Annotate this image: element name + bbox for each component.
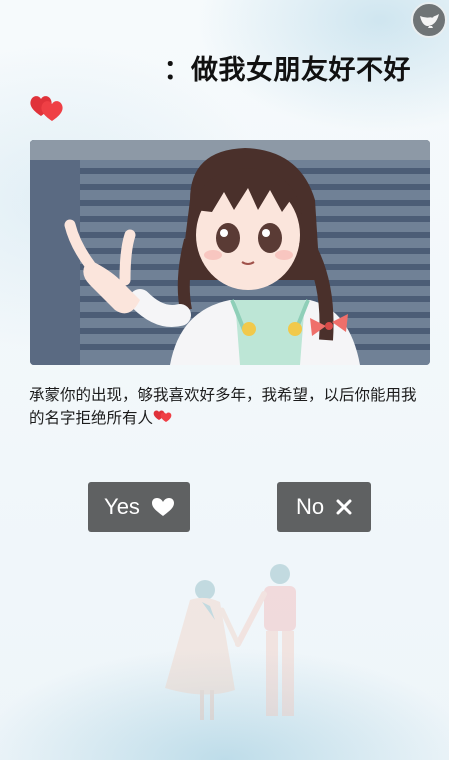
music-toggle-button[interactable] bbox=[411, 2, 447, 38]
close-icon bbox=[336, 499, 352, 515]
page-title: ：做我女朋友好不好 bbox=[163, 55, 411, 86]
yes-button-label: Yes bbox=[104, 494, 140, 519]
double-heart-icon bbox=[29, 94, 65, 126]
small-heart-icon bbox=[153, 409, 173, 427]
no-button[interactable]: No bbox=[277, 482, 371, 532]
no-button-label: No bbox=[295, 494, 325, 519]
heart-icon bbox=[151, 497, 174, 516]
anime-girl-photo bbox=[30, 140, 430, 365]
love-message: 承蒙你的出现，够我喜欢好多年，我希望，以后你能用我的名字拒绝所有人 bbox=[29, 386, 417, 427]
yes-button[interactable]: Yes bbox=[88, 482, 190, 532]
couple-illustration bbox=[140, 560, 320, 734]
music-disc-icon bbox=[420, 14, 439, 28]
